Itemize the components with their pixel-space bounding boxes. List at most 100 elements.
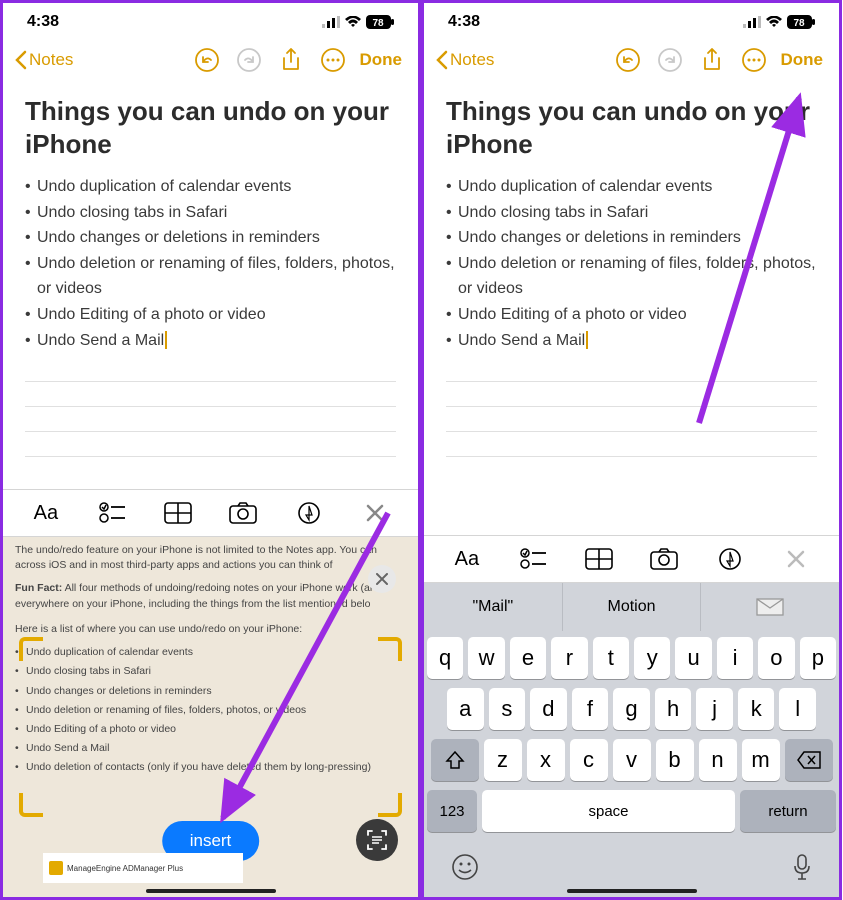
key-d[interactable]: d [530,688,567,730]
camera-icon [650,548,678,570]
scan-funfact-label: Fun Fact: [15,582,62,594]
chevron-left-icon [436,50,448,70]
key-u[interactable]: u [675,637,711,679]
format-close-button[interactable] [350,493,400,533]
done-button[interactable]: Done [356,50,407,70]
close-icon [376,573,388,585]
key-v[interactable]: v [613,739,651,781]
undo-icon [194,47,220,73]
chevron-left-icon [15,50,27,70]
emoji-button[interactable] [451,853,479,886]
suggestion-item[interactable]: Motion [563,583,702,631]
note-content[interactable]: Things you can undo on your iPhone Undo … [424,87,839,535]
backspace-key[interactable] [785,739,833,781]
undo-button[interactable] [188,41,226,79]
done-button[interactable]: Done [777,50,828,70]
key-w[interactable]: w [468,637,504,679]
shift-key[interactable] [431,739,479,781]
close-icon [365,503,385,523]
battery-icon: 78 [366,15,394,29]
key-y[interactable]: y [634,637,670,679]
key-o[interactable]: o [758,637,794,679]
key-j[interactable]: j [696,688,733,730]
camera-button[interactable] [639,539,689,579]
numbers-key[interactable]: 123 [427,790,477,832]
share-icon [280,47,302,73]
home-indicator[interactable] [146,889,276,893]
markup-icon [718,547,742,571]
back-button[interactable]: Notes [436,50,494,70]
scan-funfact: All four methods of undoing/redoing note… [15,582,372,609]
key-b[interactable]: b [656,739,694,781]
key-s[interactable]: s [489,688,526,730]
checklist-icon [520,548,546,570]
key-g[interactable]: g [613,688,650,730]
wifi-icon [766,16,782,28]
status-time: 4:38 [448,13,480,31]
key-r[interactable]: r [551,637,587,679]
bullet-item: Undo Editing of a photo or video [446,302,817,328]
suggestion-bar: "Mail" Motion [424,583,839,631]
home-indicator[interactable] [567,889,697,893]
format-close-button[interactable] [771,539,821,579]
cellular-icon [322,16,340,28]
key-m[interactable]: m [742,739,780,781]
markup-button[interactable] [705,539,755,579]
redo-icon [657,47,683,73]
more-button[interactable] [735,41,773,79]
camera-icon [229,502,257,524]
key-x[interactable]: x [527,739,565,781]
key-n[interactable]: n [699,739,737,781]
share-button[interactable] [272,41,310,79]
markup-button[interactable] [284,493,334,533]
key-l[interactable]: l [779,688,816,730]
scan-corner [378,637,402,661]
status-bar: 4:38 78 [3,3,418,33]
key-p[interactable]: p [800,637,836,679]
more-button[interactable] [314,41,352,79]
bullet-item: Undo Send a Mail [446,328,817,354]
key-h[interactable]: h [655,688,692,730]
checklist-button[interactable] [87,493,137,533]
dictation-button[interactable] [792,853,812,886]
key-t[interactable]: t [593,637,629,679]
key-c[interactable]: c [570,739,608,781]
key-i[interactable]: i [717,637,753,679]
space-key[interactable]: space [482,790,735,832]
live-text-button[interactable] [356,819,398,861]
share-button[interactable] [693,41,731,79]
text-cursor [165,331,167,349]
suggestion-item[interactable]: "Mail" [424,583,563,631]
return-key[interactable]: return [740,790,836,832]
key-k[interactable]: k [738,688,775,730]
back-button[interactable]: Notes [15,50,73,70]
note-content[interactable]: Things you can undo on your iPhone Undo … [3,87,418,489]
key-a[interactable]: a [447,688,484,730]
key-f[interactable]: f [572,688,609,730]
table-button[interactable] [153,493,203,533]
undo-button[interactable] [609,41,647,79]
suggestion-item[interactable] [701,583,839,631]
bullet-item: Undo deletion or renaming of files, fold… [446,251,817,302]
live-text-icon [366,829,388,851]
scan-close-button[interactable] [368,565,396,593]
table-button[interactable] [574,539,624,579]
status-bar: 4:38 78 [424,3,839,33]
bullet-item: Undo duplication of calendar events [25,174,396,200]
note-bullets: Undo duplication of calendar events Undo… [446,174,817,353]
key-e[interactable]: e [510,637,546,679]
camera-button[interactable] [218,493,268,533]
battery-icon: 78 [787,15,815,29]
redo-button[interactable] [651,41,689,79]
scan-intro: The undo/redo feature on your iPhone is … [15,543,406,573]
key-z[interactable]: z [484,739,522,781]
redo-button[interactable] [230,41,268,79]
nav-bar: Notes Done [3,33,418,87]
text-format-button[interactable]: Aa [442,539,492,579]
scan-bullet: Undo Editing of a photo or video [15,722,406,737]
checklist-button[interactable] [508,539,558,579]
bullet-item: Undo closing tabs in Safari [25,200,396,226]
text-format-button[interactable]: Aa [21,493,71,533]
nav-bar: Notes Done [424,33,839,87]
key-q[interactable]: q [427,637,463,679]
